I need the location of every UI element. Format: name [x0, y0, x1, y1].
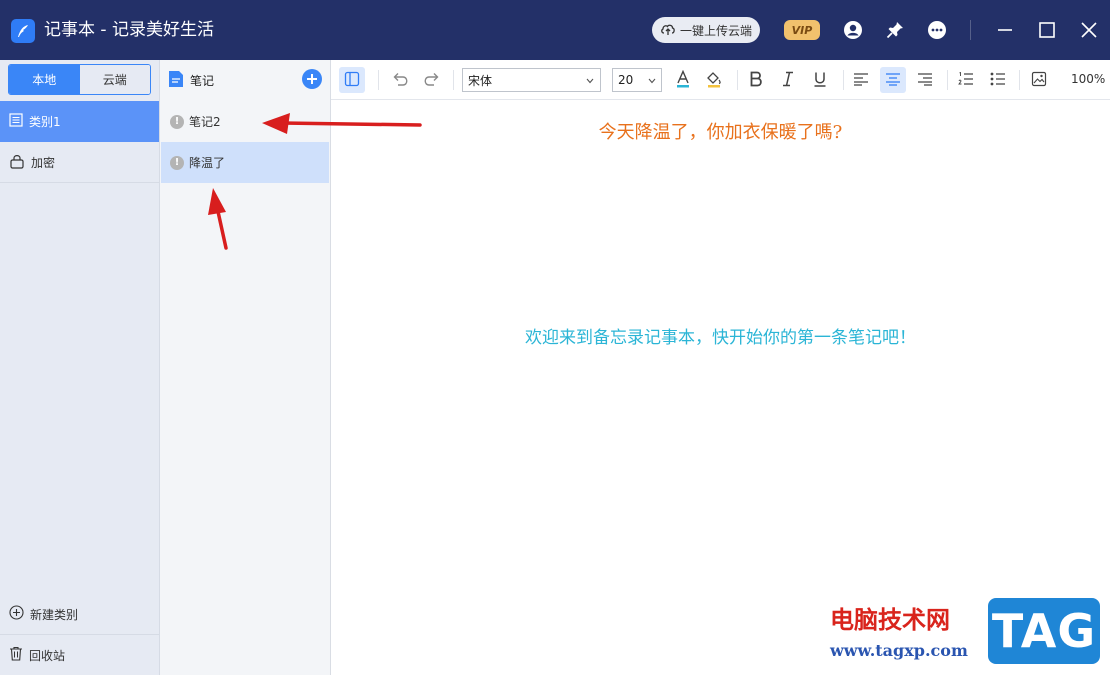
redo-icon	[423, 71, 441, 90]
new-category-label: 新建类别	[30, 607, 79, 622]
align-right-icon	[917, 72, 933, 89]
note-list: 笔记 ! 笔记2 ! 降温了	[160, 60, 331, 675]
paint-bucket-icon	[705, 70, 723, 91]
toolbar-divider	[453, 70, 454, 90]
watermark-badge: TAG	[988, 598, 1100, 664]
category-label: 类别1	[29, 115, 61, 129]
image-icon	[1031, 71, 1047, 90]
recycle-bin-label: 回收站	[29, 648, 66, 663]
lock-icon	[9, 153, 25, 172]
font-family-value: 宋体	[468, 73, 493, 88]
note-editor[interactable]: 今天降温了，你加衣保暖了嗎? 欢迎来到备忘录记事本，快开始你的第一条笔记吧！	[331, 100, 1110, 675]
italic-button[interactable]	[775, 67, 801, 93]
format-toolbar: 宋体 20 100%	[331, 60, 1110, 100]
ordered-list-icon	[958, 71, 974, 89]
undo-icon	[391, 71, 409, 90]
bold-icon	[749, 71, 763, 90]
watermark-site-name: 电脑技术网	[830, 606, 950, 634]
upload-cloud-button[interactable]: 一键上传云端	[652, 17, 760, 43]
chevron-down-icon	[648, 73, 656, 87]
close-icon[interactable]	[1078, 19, 1100, 41]
underline-icon	[813, 71, 827, 90]
redo-button[interactable]	[419, 67, 445, 93]
bullet-list-icon	[990, 72, 1006, 89]
user-icon[interactable]	[842, 19, 864, 41]
align-left-icon	[853, 72, 869, 89]
list-item[interactable]: ! 降温了	[161, 142, 329, 183]
sidebar-toggle-icon	[344, 71, 360, 90]
trash-icon	[9, 646, 23, 664]
more-icon[interactable]	[926, 19, 948, 41]
alert-icon: !	[170, 155, 184, 170]
new-category-button[interactable]: 新建类别	[0, 594, 159, 634]
underline-button[interactable]	[807, 67, 833, 93]
category-sidebar: 本地 云端 类别1 加密 新建类别 回收站	[0, 60, 160, 675]
list-item[interactable]: ! 笔记2	[161, 101, 329, 142]
font-size-value: 20	[618, 73, 634, 87]
cloud-upload-icon	[660, 22, 676, 39]
note-list-title: 笔记	[190, 73, 215, 88]
list-icon	[9, 113, 23, 130]
watermark-url: www.tagxp.com	[830, 641, 968, 660]
toolbar-divider	[1019, 70, 1020, 90]
note-title-label: 笔记2	[189, 115, 221, 129]
sidebar-item-category1[interactable]: 类别1	[0, 101, 159, 142]
note-title-label: 降温了	[189, 156, 226, 170]
insert-image-button[interactable]	[1026, 67, 1052, 93]
upload-cloud-label: 一键上传云端	[679, 23, 752, 38]
toolbar-divider	[737, 70, 738, 90]
toggle-sidebar-button[interactable]	[339, 67, 365, 93]
storage-switch: 本地 云端	[8, 64, 151, 95]
font-color-button[interactable]	[670, 67, 696, 93]
maximize-icon[interactable]	[1036, 19, 1058, 41]
toolbar-divider	[947, 70, 948, 90]
alert-icon: !	[170, 114, 184, 129]
align-center-icon	[885, 72, 901, 89]
bold-button[interactable]	[743, 67, 769, 93]
titlebar-divider	[970, 20, 971, 40]
pin-icon[interactable]	[884, 19, 906, 41]
title-bar: 记事本 - 记录美好生活 一键上传云端 VIP	[0, 0, 1110, 60]
feather-icon	[11, 19, 35, 43]
align-right-button[interactable]	[912, 67, 938, 93]
ordered-list-button[interactable]	[953, 67, 979, 93]
minimize-icon[interactable]	[994, 19, 1016, 41]
recycle-bin-button[interactable]: 回收站	[0, 635, 159, 675]
italic-icon	[781, 71, 795, 90]
sidebar-item-encrypted[interactable]: 加密	[0, 142, 159, 183]
category-label: 加密	[31, 155, 56, 170]
font-color-icon	[675, 69, 691, 91]
bullet-list-button[interactable]	[985, 67, 1011, 93]
vip-badge[interactable]: VIP	[784, 20, 820, 40]
toolbar-divider	[843, 70, 844, 90]
toolbar-divider	[378, 70, 379, 90]
chevron-down-icon	[586, 73, 594, 87]
font-size-select[interactable]: 20	[612, 68, 662, 92]
app-title: 记事本 - 记录美好生活	[44, 20, 214, 40]
welcome-message: 欢迎来到备忘录记事本，快开始你的第一条笔记吧！	[525, 328, 916, 348]
note-content-title: 今天降温了，你加衣保暖了嗎?	[598, 122, 843, 143]
zoom-level[interactable]: 100%	[1071, 72, 1105, 86]
align-center-button[interactable]	[880, 67, 906, 93]
tab-local[interactable]: 本地	[9, 65, 80, 94]
add-note-button[interactable]	[302, 69, 322, 89]
font-family-select[interactable]: 宋体	[462, 68, 601, 92]
note-file-icon	[168, 70, 184, 91]
align-left-button[interactable]	[848, 67, 874, 93]
plus-circle-icon	[9, 605, 24, 623]
highlight-button[interactable]	[701, 67, 727, 93]
tab-cloud[interactable]: 云端	[79, 65, 150, 94]
undo-button[interactable]	[387, 67, 413, 93]
